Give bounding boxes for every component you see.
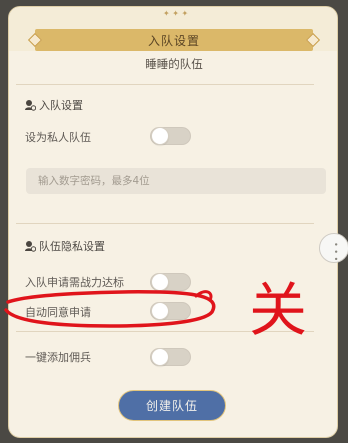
- private-team-label: 设为私人队伍: [25, 131, 91, 144]
- section-privacy-settings: 队伍隐私设置: [24, 238, 105, 254]
- chat-bubble-icon[interactable]: • • •: [319, 233, 348, 263]
- power-requirement-label: 入队申请需战力达标: [25, 276, 124, 289]
- auto-accept-label: 自动同意申请: [25, 306, 91, 319]
- private-team-toggle[interactable]: [150, 127, 191, 145]
- gear-person-icon: [25, 100, 36, 111]
- add-mercenary-toggle[interactable]: [150, 348, 191, 366]
- divider: [16, 331, 314, 332]
- power-requirement-toggle[interactable]: [150, 273, 191, 291]
- password-input[interactable]: [26, 168, 326, 194]
- divider: [16, 84, 314, 85]
- gear-person-icon: [25, 241, 36, 252]
- dialog-title: 入队设置: [35, 29, 313, 51]
- auto-accept-toggle[interactable]: [150, 302, 191, 320]
- team-name: 睡睡的队伍: [145, 57, 203, 71]
- header-ornament-icon: ✦ ✦ ✦: [163, 9, 189, 18]
- divider: [16, 223, 314, 224]
- section-title-join: 入队设置: [39, 99, 83, 112]
- toggle-knob: [151, 273, 169, 291]
- add-mercenary-label: 一键添加佣兵: [25, 351, 91, 364]
- section-join-settings: 入队设置: [24, 97, 83, 113]
- more-dots-icon: • • •: [331, 242, 340, 262]
- toggle-knob: [151, 348, 169, 366]
- toggle-knob: [151, 127, 169, 145]
- create-team-button[interactable]: 创建队伍: [118, 390, 226, 421]
- section-title-privacy: 队伍隐私设置: [39, 240, 105, 253]
- toggle-knob: [151, 302, 169, 320]
- dialog-header: ✦ ✦ ✦ 入队设置: [9, 7, 337, 51]
